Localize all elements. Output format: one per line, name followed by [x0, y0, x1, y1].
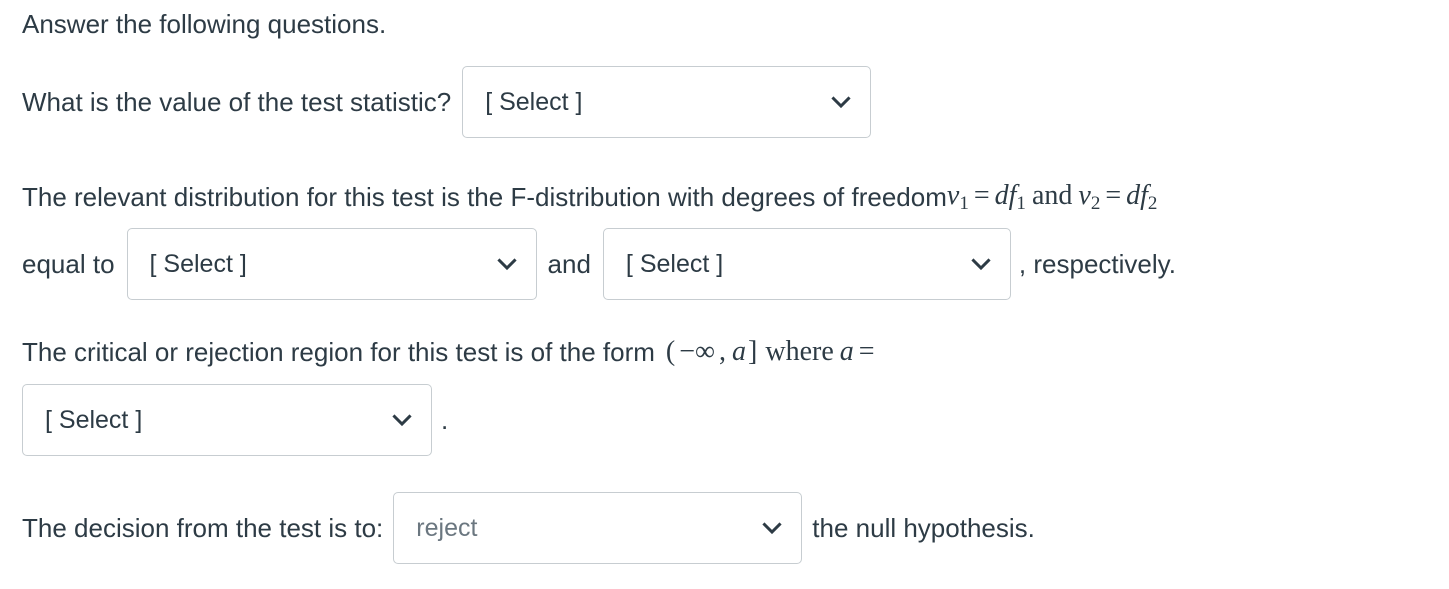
chevron-down-icon: [970, 253, 992, 275]
nu-2-symbol: ν: [1078, 180, 1091, 211]
df-2-symbol: df: [1126, 180, 1148, 211]
degrees-of-freedom-lead-row: The relevant distribution for this test …: [22, 180, 1157, 215]
critical-region-input-row: [ Select ] .: [22, 384, 448, 456]
decision-select[interactable]: reject: [393, 492, 803, 564]
chevron-down-icon: [391, 409, 413, 431]
critical-region-math: (−∞, a] where a =: [664, 336, 880, 368]
nu-1-symbol: ν: [946, 180, 960, 211]
df2-select[interactable]: [ Select ]: [602, 228, 1011, 300]
respectively-text: , respectively.: [1018, 248, 1176, 279]
minus-infinity-symbol: −∞: [679, 336, 716, 368]
interval-a-symbol: a: [732, 336, 747, 368]
between-selects-and-label: and: [547, 248, 591, 279]
open-paren-symbol: (: [665, 336, 676, 368]
a-variable-symbol: a: [839, 336, 854, 368]
critical-value-select[interactable]: [ Select ]: [22, 384, 432, 456]
where-word: where: [765, 336, 834, 368]
decision-label: The decision from the test is to:: [22, 512, 384, 543]
df1-select-value: [ Select ]: [149, 249, 247, 278]
degrees-of-freedom-inputs-row: equal to [ Select ] and [ Select ] , res…: [22, 228, 1176, 300]
chevron-down-icon: [496, 253, 518, 275]
interval-comma-symbol: ,: [719, 336, 727, 368]
critical-value-select-value: [ Select ]: [45, 405, 143, 434]
test-statistic-select-value: [ Select ]: [485, 87, 583, 116]
chevron-down-icon: [761, 517, 783, 539]
df-1-subscript: 1: [1016, 193, 1026, 215]
nu-1-subscript: 1: [959, 193, 969, 215]
critical-region-lead-row: The critical or rejection region for thi…: [22, 336, 880, 369]
close-bracket-symbol: ]: [748, 336, 758, 368]
intro-row: Answer the following questions.: [22, 8, 386, 41]
degrees-of-freedom-math: ν1 = df1 and ν2 = df2: [947, 180, 1158, 215]
df1-select[interactable]: [ Select ]: [126, 228, 537, 300]
degrees-of-freedom-lead-text: The relevant distribution for this test …: [22, 182, 947, 213]
quiz-question-panel: Answer the following questions. What is …: [0, 0, 1449, 589]
math-and-word: and: [1031, 180, 1073, 211]
equals-3-symbol: =: [858, 336, 875, 368]
question-row-test-statistic: What is the value of the test statistic?…: [22, 66, 872, 138]
df-1-symbol: df: [994, 180, 1017, 211]
decision-select-value: reject: [416, 513, 478, 542]
df-2-subscript: 2: [1147, 193, 1158, 215]
chevron-down-icon: [830, 91, 852, 113]
decision-row: The decision from the test is to: reject…: [22, 492, 1035, 564]
equals-2-symbol: =: [1105, 180, 1122, 211]
test-statistic-label: What is the value of the test statistic?: [22, 86, 452, 117]
equal-to-label: equal to: [22, 248, 115, 279]
decision-trailing-text: the null hypothesis.: [812, 512, 1035, 543]
critical-region-period: .: [441, 404, 449, 435]
critical-region-lead-text: The critical or rejection region for thi…: [22, 337, 655, 367]
intro-text: Answer the following questions.: [22, 9, 387, 39]
test-statistic-select[interactable]: [ Select ]: [462, 66, 872, 138]
df2-select-value: [ Select ]: [625, 249, 724, 278]
equals-1-symbol: =: [973, 180, 990, 211]
nu-2-subscript: 2: [1090, 193, 1101, 215]
